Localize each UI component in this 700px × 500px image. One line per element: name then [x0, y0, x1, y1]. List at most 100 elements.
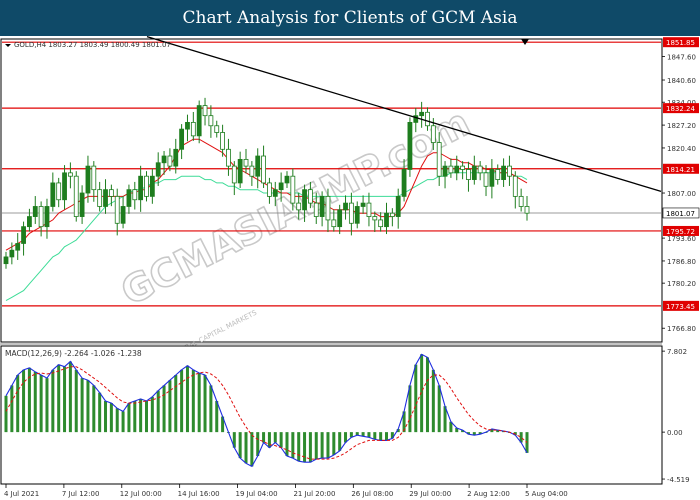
candle-body-55 [325, 195, 331, 221]
macd-bar-22 [133, 400, 137, 433]
candle-body-21 [126, 189, 132, 207]
candle-body-54 [319, 195, 325, 217]
macd-bar-52 [308, 432, 312, 463]
level-tag-label-4: 1773.45 [666, 303, 695, 311]
candle-body-84 [495, 169, 501, 180]
candle-body-23 [138, 175, 144, 201]
macd-label: MACD(12,26,9) -2.264 -1.026 -1.238 [5, 349, 142, 358]
macd-bar-47 [279, 432, 283, 448]
candle-body-3 [21, 226, 26, 244]
candle-body-61 [360, 202, 366, 207]
candle-body-78 [460, 165, 466, 170]
price-tick-label-9: 1766.80 [667, 325, 696, 333]
macd-bar-57 [338, 432, 342, 451]
time-tick-label-6: 26 Jul 08:00 [351, 490, 393, 498]
candle-body-16 [97, 189, 103, 207]
candle-body-45 [267, 182, 272, 197]
candle-body-73 [430, 125, 436, 143]
macd-tick-label-2: -4.519 [667, 476, 690, 484]
candle-body-86 [507, 165, 512, 177]
candle-body-32 [190, 121, 196, 137]
macd-bar-27 [162, 385, 166, 433]
candle-body-83 [489, 169, 495, 187]
macd-bar-45 [267, 432, 271, 448]
last-price-label: 1801.07 [666, 210, 695, 218]
price-tick-label-1: 1840.60 [667, 77, 696, 85]
candle-body-80 [471, 165, 477, 180]
macd-bar-30 [180, 369, 184, 433]
candle-body-33 [196, 105, 202, 137]
macd-bar-70 [414, 364, 418, 433]
candle-body-53 [313, 202, 319, 217]
candle-body-34 [202, 105, 208, 117]
candle-body-24 [144, 175, 149, 197]
candle-body-67 [395, 195, 401, 217]
macd-bar-5 [33, 371, 37, 433]
time-tick-label-7: 29 Jul 00:00 [409, 490, 451, 498]
candle-body-15 [91, 165, 97, 191]
candle-body-31 [185, 121, 190, 130]
candle-body-46 [272, 189, 278, 197]
candle-body-19 [114, 195, 120, 224]
candle-body-6 [38, 206, 44, 228]
macd-bar-65 [385, 432, 389, 441]
price-tick-label-0: 1847.60 [667, 53, 696, 61]
macd-bar-13 [80, 378, 84, 433]
macd-bar-9 [57, 364, 61, 433]
title-banner: Chart Analysis for Clients of GCM Asia [0, 0, 700, 36]
candle-body-9 [56, 182, 62, 201]
macd-bar-2 [16, 375, 20, 433]
macd-bar-49 [291, 432, 295, 459]
macd-bar-41 [244, 432, 248, 464]
candle-body-17 [103, 189, 108, 207]
macd-bar-14 [86, 380, 90, 433]
candle-body-79 [466, 169, 471, 180]
candle-body-8 [50, 182, 56, 207]
macd-tick-label-1: 0.00 [667, 429, 683, 437]
macd-bar-74 [437, 385, 441, 433]
price-chart[interactable]: GCMASIAEMP.com © GLOBAL CAPITAL MARKETS … [0, 36, 700, 500]
candle-body-41 [243, 158, 249, 167]
candle-body-89 [524, 206, 530, 214]
macd-tick-label-0: 7.802 [667, 348, 687, 356]
candle-body-87 [512, 175, 518, 197]
macd-bar-72 [425, 357, 429, 433]
candle-body-52 [308, 189, 313, 204]
symbol-info: GOLD,H4 1803.27 1803.49 1800.49 1801.07 [14, 41, 171, 49]
time-tick-label-3: 14 Jul 16:00 [178, 490, 220, 498]
price-tick-label-4: 1820.40 [667, 145, 696, 153]
macd-bar-42 [250, 432, 254, 467]
macd-bar-17 [104, 400, 108, 433]
macd-bar-7 [45, 378, 49, 433]
candle-body-37 [220, 132, 225, 150]
time-tick-label-4: 19 Jul 04:00 [236, 490, 278, 498]
candle-body-63 [372, 216, 378, 221]
macd-bar-19 [115, 408, 119, 433]
candle-body-48 [284, 175, 290, 184]
candle-body-28 [167, 155, 173, 167]
candle-body-38 [226, 148, 231, 167]
time-tick-label-9: 5 Aug 04:00 [525, 490, 568, 498]
macd-bar-3 [22, 369, 26, 433]
candle-body-85 [501, 165, 506, 180]
candle-body-11 [67, 172, 73, 177]
macd-axis: 7.802 0.00 -4.519 [662, 348, 690, 484]
candle-body-59 [348, 202, 354, 224]
candle-body-0 [3, 256, 9, 265]
candle-body-60 [354, 206, 360, 224]
candle-body-62 [366, 202, 372, 217]
candle-body-2 [15, 243, 21, 251]
candle-body-35 [208, 115, 214, 127]
candle-body-82 [483, 172, 489, 187]
macd-bar-25 [150, 396, 154, 433]
macd-bar-73 [431, 369, 435, 433]
candle-body-72 [425, 111, 430, 127]
candle-body-4 [27, 216, 32, 228]
candle-body-47 [278, 182, 284, 191]
candle-body-13 [79, 192, 85, 217]
candle-body-71 [419, 111, 425, 117]
candle-body-44 [261, 155, 266, 184]
candle-body-81 [477, 165, 483, 174]
macd-bar-50 [297, 432, 301, 462]
macd-bar-36 [215, 400, 219, 433]
